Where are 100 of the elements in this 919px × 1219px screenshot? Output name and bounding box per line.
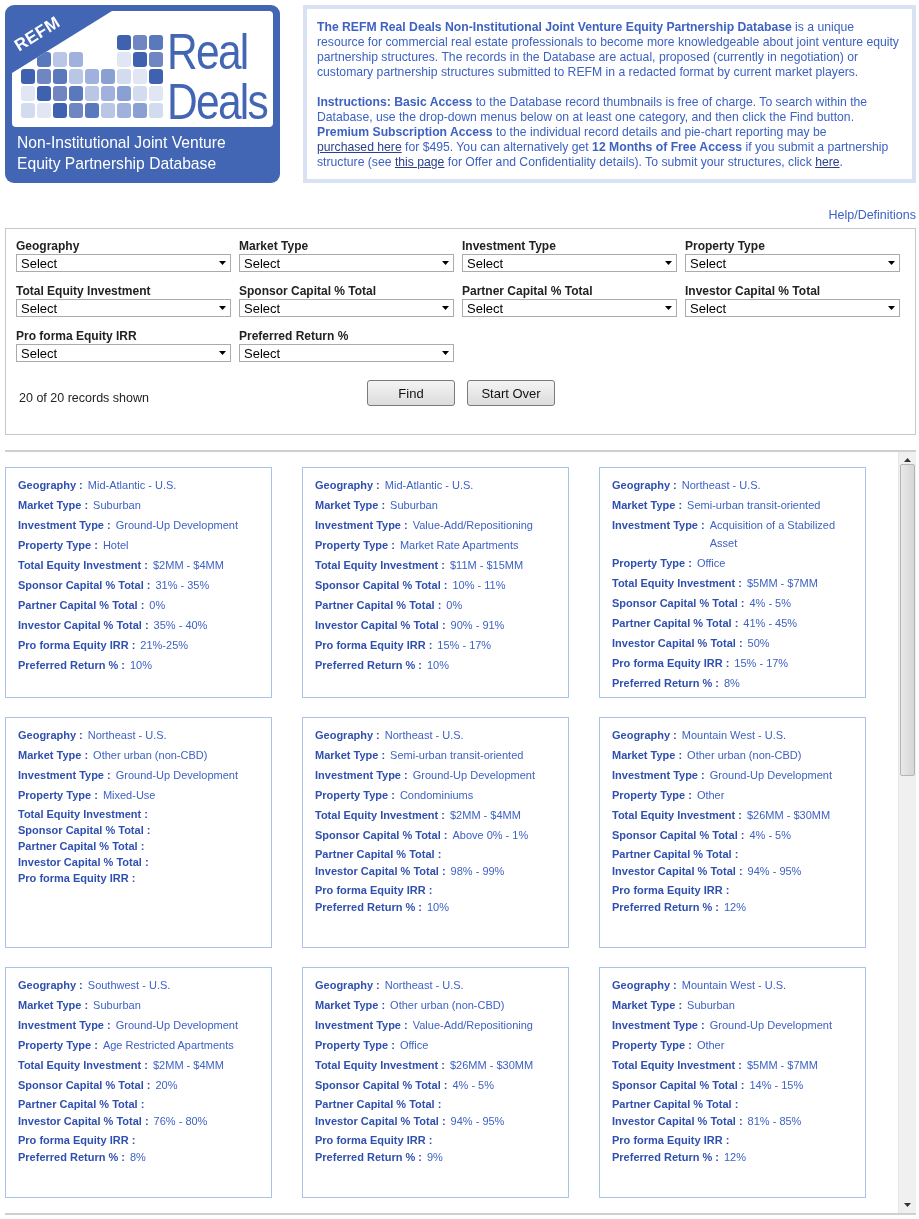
- field-label: Geography :: [315, 478, 380, 493]
- field-label: Partner Capital % Total :: [612, 847, 739, 862]
- field-value: 20%: [155, 1078, 178, 1093]
- field-value: Suburban: [93, 998, 141, 1013]
- field-label: Pro forma Equity IRR :: [18, 1133, 136, 1148]
- field-label: Total Equity Investment :: [315, 558, 445, 573]
- field-value: 0%: [446, 598, 463, 613]
- filter-dropdown[interactable]: Select: [16, 299, 231, 317]
- field-value: 41% - 45%: [743, 616, 798, 631]
- field-value: $26MM - $30MM: [747, 808, 831, 823]
- find-button[interactable]: Find: [367, 380, 455, 406]
- logo-title: Real: [167, 27, 248, 77]
- scroll-down-icon[interactable]: [904, 1203, 911, 1207]
- field-value: 10%: [427, 900, 449, 915]
- filter-dropdown[interactable]: Select: [685, 254, 900, 272]
- field-value: 15% - 17%: [734, 656, 789, 671]
- field-value: Ground-Up Development: [412, 768, 535, 783]
- filter-label: Geography: [16, 239, 81, 253]
- field-label: Preferred Return % :: [612, 900, 719, 915]
- intro-link[interactable]: this page: [394, 155, 445, 169]
- field-value: 94% - 95%: [747, 864, 802, 879]
- field-value: 8%: [724, 676, 740, 691]
- field-label: Total Equity Investment :: [612, 1058, 742, 1073]
- field-value: Value-Add/Repositioning: [412, 1018, 533, 1033]
- field-label: Pro forma Equity IRR :: [18, 638, 136, 653]
- field-label: Partner Capital % Total :: [18, 839, 145, 854]
- filter-dropdown[interactable]: Select: [239, 254, 454, 272]
- field-value: Other: [696, 788, 725, 803]
- caret-icon: [442, 261, 449, 265]
- field-label: Total Equity Investment :: [612, 576, 742, 591]
- field-label: Investor Capital % Total :: [612, 1114, 743, 1129]
- field-value: Ground-Up Development: [115, 1018, 238, 1033]
- field-label: Market Type :: [18, 998, 89, 1013]
- field-value: 9%: [427, 1150, 443, 1165]
- caret-icon: [888, 306, 895, 310]
- filter-label: Investor Capital % Total: [685, 284, 822, 298]
- caret-icon: [219, 351, 226, 355]
- scroll-up-icon[interactable]: [904, 458, 911, 462]
- field-label: Sponsor Capital % Total :: [612, 828, 745, 843]
- field-label: Investment Type :: [315, 1018, 408, 1033]
- field-label: Investor Capital % Total :: [315, 864, 446, 879]
- filter-dropdown[interactable]: Select: [239, 344, 454, 362]
- field-value: Suburban: [390, 498, 438, 513]
- field-value: 12%: [724, 900, 746, 915]
- field-label: Investor Capital % Total :: [612, 864, 743, 879]
- field-value: Mountain West - U.S.: [681, 978, 787, 993]
- intro-link[interactable]: purchased here: [317, 140, 402, 154]
- field-value: $2MM - $4MM: [153, 1058, 224, 1073]
- field-value: Suburban: [93, 498, 141, 513]
- field-value: Above 0% - 1%: [452, 828, 529, 843]
- field-value: Hotel: [102, 538, 129, 553]
- field-label: Preferred Return % :: [612, 1150, 719, 1165]
- field-value: Office: [399, 1038, 429, 1053]
- field-label: Preferred Return % :: [18, 658, 125, 673]
- field-label: Property Type :: [315, 538, 395, 553]
- scrollbar[interactable]: [898, 452, 916, 1213]
- field-value: 14% - 15%: [749, 1078, 804, 1093]
- field-value: 98% - 99%: [450, 864, 505, 879]
- logo-subtitle: Equity Partnership Database: [17, 154, 217, 174]
- field-label: Geography :: [18, 978, 83, 993]
- field-label: Sponsor Capital % Total :: [18, 823, 151, 838]
- scroll-thumb[interactable]: [900, 464, 915, 776]
- field-label: Geography :: [315, 728, 380, 743]
- field-value: 4% - 5%: [749, 828, 791, 843]
- field-value: 94% - 95%: [450, 1114, 505, 1129]
- filter-dropdown[interactable]: Select: [462, 299, 677, 317]
- field-value: Condominiums: [399, 788, 474, 803]
- field-label: Sponsor Capital % Total :: [315, 578, 448, 593]
- field-value: 12%: [724, 1150, 746, 1165]
- field-label: Total Equity Investment :: [315, 1058, 445, 1073]
- field-value: 35% - 40%: [153, 618, 208, 633]
- field-value: $5MM - $7MM: [747, 1058, 818, 1073]
- filter-label: Total Equity Investment: [16, 284, 152, 298]
- field-value: 15% - 17%: [437, 638, 492, 653]
- filter-dropdown[interactable]: Select: [239, 299, 454, 317]
- field-label: Investment Type :: [315, 768, 408, 783]
- caret-icon: [888, 261, 895, 265]
- field-value: $2MM - $4MM: [153, 558, 224, 573]
- field-value: 4% - 5%: [749, 596, 791, 611]
- field-label: Preferred Return % :: [315, 900, 422, 915]
- field-label: Sponsor Capital % Total :: [315, 828, 448, 843]
- field-label: Total Equity Investment :: [18, 558, 148, 573]
- field-value: Ground-Up Development: [709, 1018, 832, 1033]
- help-link[interactable]: Help/Definitions: [828, 208, 916, 228]
- field-label: Preferred Return % :: [315, 658, 422, 673]
- field-label: Partner Capital % Total :: [315, 847, 442, 862]
- filter-dropdown[interactable]: Select: [685, 299, 900, 317]
- field-label: Pro forma Equity IRR :: [315, 1133, 433, 1148]
- field-value: Other: [696, 1038, 725, 1053]
- filter-dropdown[interactable]: Select: [16, 344, 231, 362]
- start-over-button[interactable]: Start Over: [467, 380, 555, 406]
- filter-dropdown[interactable]: Select: [462, 254, 677, 272]
- field-value: Other urban (non-CBD): [390, 998, 505, 1013]
- filter-label: Partner Capital % Total: [462, 284, 594, 298]
- intro-paragraph: Instructions: Basic Access to the Database record thumbnails is free of charge. To search within the Database, use the drop-down menus below on at least one category, and then click the Find button. Premium Subscription Access to the individual record details and pie-chart reporting may be purchased here for $495. You can alternatively get 12 Months of Free Access if you submit a partnership structure (see this page for Offer and Confidentiality details). To submit your structures, click here.: [317, 95, 890, 170]
- caret-icon: [665, 261, 672, 265]
- filter-dropdown[interactable]: Select: [16, 254, 231, 272]
- field-label: Total Equity Investment :: [315, 808, 445, 823]
- intro-link[interactable]: here: [815, 155, 840, 169]
- field-value: 90% - 91%: [450, 618, 505, 633]
